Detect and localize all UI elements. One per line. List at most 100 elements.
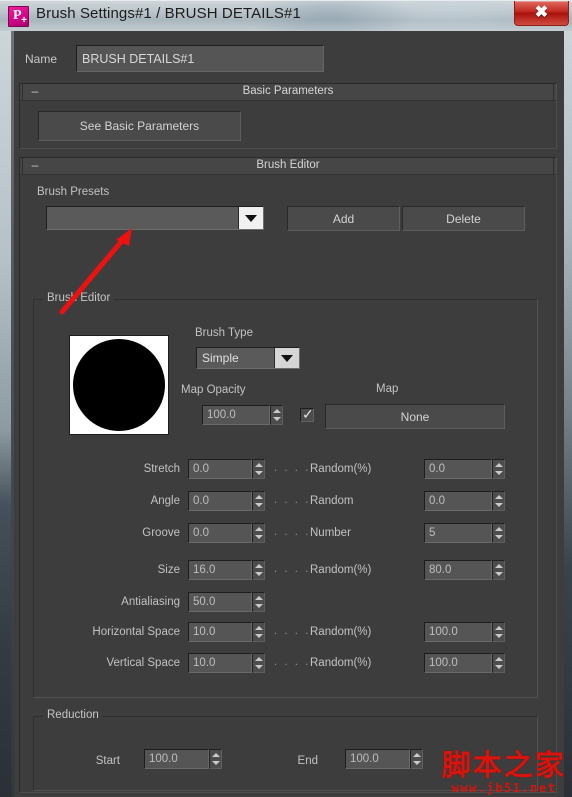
- stepper-down-icon: [254, 604, 263, 608]
- stepper-up-icon: [254, 657, 263, 661]
- map-label: Map: [376, 383, 399, 395]
- name-input[interactable]: [76, 45, 324, 72]
- param-right-input-1[interactable]: [424, 491, 492, 511]
- brush-shape-circle: [73, 339, 165, 431]
- param-right-input-6[interactable]: [424, 653, 492, 673]
- param-right-stepper-2[interactable]: [492, 523, 505, 543]
- rollout-brush-editor: – Brush Editor Brush Presets Add Delete …: [19, 157, 557, 793]
- param-dots-3: . . . .: [274, 563, 311, 575]
- map-opacity-label: Map Opacity: [181, 384, 246, 396]
- reduction-start-stepper[interactable]: [209, 749, 222, 769]
- checkmark-icon: ✓: [302, 406, 314, 422]
- rollout-header-brush-editor[interactable]: – Brush Editor: [20, 158, 556, 175]
- stepper-down-icon: [254, 535, 263, 539]
- param-input-6[interactable]: [188, 653, 252, 673]
- param-right-label-5: Random(%): [310, 626, 372, 638]
- stepper-up-icon: [254, 463, 263, 467]
- brush-type-label: Brush Type: [195, 327, 253, 339]
- stepper-down-icon: [494, 535, 503, 539]
- param-stepper-2[interactable]: [252, 523, 265, 543]
- stepper-down-icon: [254, 665, 263, 669]
- chevron-down-icon[interactable]: [238, 207, 263, 229]
- param-right-label-1: Random: [310, 495, 354, 507]
- stepper-up-icon: [494, 527, 503, 531]
- param-stepper-1[interactable]: [252, 491, 265, 511]
- add-preset-button[interactable]: Add: [287, 206, 400, 231]
- param-input-2[interactable]: [188, 523, 252, 543]
- stepper-down-icon: [494, 665, 503, 669]
- param-right-label-3: Random(%): [310, 564, 372, 576]
- param-stepper-4[interactable]: [252, 592, 265, 612]
- window-border-right: [564, 31, 572, 797]
- param-right-stepper-0[interactable]: [492, 459, 505, 479]
- chevron-down-icon[interactable]: [274, 348, 299, 368]
- param-stepper-3[interactable]: [252, 560, 265, 580]
- name-label: Name: [25, 52, 58, 66]
- rollout-tick-right: [553, 84, 554, 101]
- param-stepper-0[interactable]: [252, 459, 265, 479]
- param-stepper-6[interactable]: [252, 653, 265, 673]
- delete-preset-button[interactable]: Delete: [402, 206, 525, 231]
- param-right-input-5[interactable]: [424, 622, 492, 642]
- stepper-down-icon: [494, 503, 503, 507]
- brush-type-value: Simple: [202, 351, 239, 365]
- param-label-2: Groove: [142, 527, 180, 539]
- stepper-up-icon: [494, 626, 503, 630]
- param-right-stepper-5[interactable]: [492, 622, 505, 642]
- map-opacity-stepper[interactable]: [270, 405, 283, 425]
- stepper-down-icon: [254, 471, 263, 475]
- param-right-label-2: Number: [310, 527, 351, 539]
- rollout-header-basic-parameters[interactable]: – Basic Parameters: [20, 84, 556, 101]
- stepper-up-icon: [211, 753, 220, 757]
- stepper-up-icon: [254, 596, 263, 600]
- map-opacity-input[interactable]: [202, 405, 270, 425]
- param-label-3: Size: [157, 564, 180, 576]
- param-right-input-3[interactable]: [424, 560, 492, 580]
- reduction-end-input[interactable]: [345, 749, 410, 769]
- param-right-stepper-6[interactable]: [492, 653, 505, 673]
- param-label-4: Antialiasing: [121, 596, 180, 608]
- param-label-0: Stretch: [143, 463, 180, 475]
- rollout-title-brush-editor: Brush Editor: [256, 159, 320, 171]
- param-input-0[interactable]: [188, 459, 252, 479]
- stepper-down-icon: [494, 572, 503, 576]
- param-right-input-2[interactable]: [424, 523, 492, 543]
- title-bar: P + Brush Settings#1 / BRUSH DETAILS#1 ✖: [0, 0, 572, 31]
- param-dots-1: . . . .: [274, 494, 311, 506]
- see-basic-parameters-button[interactable]: See Basic Parameters: [38, 111, 241, 141]
- param-dots-5: . . . .: [274, 625, 311, 637]
- param-right-stepper-1[interactable]: [492, 491, 505, 511]
- map-none-button[interactable]: None: [325, 404, 505, 429]
- reduction-group-title: Reduction: [43, 709, 103, 721]
- reduction-end-label: End: [297, 755, 318, 767]
- name-row: Name: [14, 45, 564, 77]
- param-right-stepper-3[interactable]: [492, 560, 505, 580]
- stepper-down-icon: [254, 503, 263, 507]
- param-input-4[interactable]: [188, 592, 252, 612]
- stepper-up-icon: [494, 495, 503, 499]
- param-dots-2: . . . .: [274, 526, 311, 538]
- param-label-5: Horizontal Space: [92, 626, 180, 638]
- stepper-down-icon: [494, 634, 503, 638]
- param-input-3[interactable]: [188, 560, 252, 580]
- brush-preview[interactable]: [69, 335, 169, 435]
- param-stepper-5[interactable]: [252, 622, 265, 642]
- stepper-up-icon: [254, 527, 263, 531]
- param-input-1[interactable]: [188, 491, 252, 511]
- stepper-down-icon: [211, 761, 220, 765]
- param-right-input-0[interactable]: [424, 459, 492, 479]
- rollout-title-basic-parameters: Basic Parameters: [242, 85, 334, 97]
- stepper-up-icon: [494, 564, 503, 568]
- map-opacity-checkbox[interactable]: ✓: [300, 406, 314, 422]
- reduction-end-stepper[interactable]: [410, 749, 423, 769]
- param-dots-0: . . . .: [274, 462, 311, 474]
- reduction-start-input[interactable]: [144, 749, 209, 769]
- param-label-6: Vertical Space: [106, 657, 180, 669]
- param-input-5[interactable]: [188, 622, 252, 642]
- brush-type-combobox[interactable]: Simple: [196, 347, 300, 369]
- close-button[interactable]: ✖: [514, 1, 569, 26]
- brush-presets-combobox[interactable]: [46, 206, 264, 230]
- stepper-down-icon: [254, 572, 263, 576]
- dialog-body: Name – Basic Parameters See Basic Parame…: [14, 31, 564, 797]
- window-title: Brush Settings#1 / BRUSH DETAILS#1: [36, 5, 301, 22]
